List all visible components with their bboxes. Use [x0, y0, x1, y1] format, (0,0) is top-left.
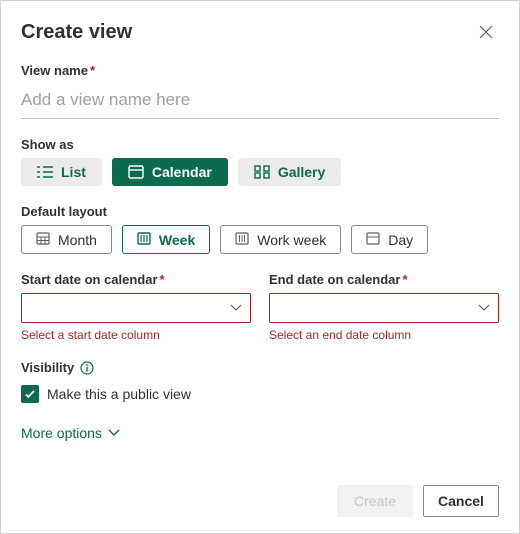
view-name-label: View name* — [21, 63, 499, 78]
end-date-select[interactable] — [269, 293, 499, 323]
create-view-dialog: Create view View name* Show as List Cale… — [0, 0, 520, 534]
chevron-down-icon — [108, 429, 120, 437]
start-date-select[interactable] — [21, 293, 251, 323]
close-button[interactable] — [473, 19, 499, 45]
show-as-list[interactable]: List — [21, 158, 102, 186]
calendar-icon — [128, 165, 144, 179]
start-date-label: Start date on calendar* — [21, 272, 251, 287]
layout-day[interactable]: Day — [351, 225, 428, 254]
show-as-gallery-label: Gallery — [278, 164, 325, 180]
end-date-error: Select an end date column — [269, 328, 499, 342]
cancel-button[interactable]: Cancel — [423, 485, 499, 517]
workweek-icon — [235, 231, 249, 248]
dialog-header: Create view — [21, 19, 499, 45]
close-icon — [479, 25, 493, 39]
checkmark-icon — [24, 388, 36, 400]
list-icon — [37, 165, 53, 179]
visibility-label: Visibility — [21, 360, 74, 375]
visibility-row: Visibility — [21, 360, 499, 375]
gallery-icon — [254, 165, 270, 179]
layout-workweek-label: Work week — [257, 232, 326, 248]
public-view-checkbox[interactable] — [21, 385, 39, 403]
day-icon — [366, 231, 380, 248]
end-date-label: End date on calendar* — [269, 272, 499, 287]
layout-month-label: Month — [58, 232, 97, 248]
default-layout-group: Month Week Work week Day — [21, 225, 499, 254]
show-as-calendar[interactable]: Calendar — [112, 158, 228, 186]
default-layout-label: Default layout — [21, 204, 499, 219]
chevron-down-icon — [230, 304, 242, 312]
show-as-gallery[interactable]: Gallery — [238, 158, 341, 186]
dialog-footer: Create Cancel — [21, 471, 499, 517]
dialog-title: Create view — [21, 21, 473, 44]
show-as-group: List Calendar Gallery — [21, 158, 499, 186]
view-name-input[interactable] — [21, 84, 499, 119]
chevron-down-icon — [478, 304, 490, 312]
show-as-calendar-label: Calendar — [152, 164, 212, 180]
week-icon — [137, 231, 151, 248]
layout-week[interactable]: Week — [122, 225, 210, 254]
show-as-list-label: List — [61, 164, 86, 180]
start-date-error: Select a start date column — [21, 328, 251, 342]
layout-day-label: Day — [388, 232, 413, 248]
public-view-label: Make this a public view — [47, 386, 191, 402]
more-options-label: More options — [21, 425, 102, 441]
show-as-label: Show as — [21, 137, 499, 152]
info-icon[interactable] — [80, 361, 94, 375]
more-options-toggle[interactable]: More options — [21, 425, 499, 441]
layout-month[interactable]: Month — [21, 225, 112, 254]
create-button[interactable]: Create — [337, 485, 413, 517]
layout-workweek[interactable]: Work week — [220, 225, 341, 254]
layout-week-label: Week — [159, 232, 195, 248]
month-icon — [36, 231, 50, 248]
